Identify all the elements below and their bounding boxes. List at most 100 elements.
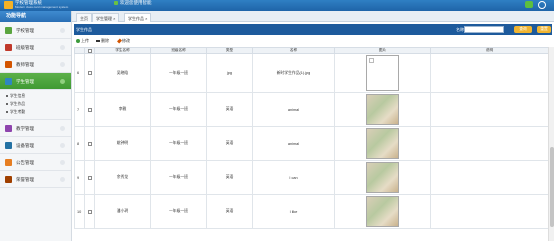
table-row[interactable]: 7 李雅 一年级一班 英语 animal <box>74 92 549 127</box>
artwork-thumbnail[interactable] <box>366 94 399 125</box>
panel-title: 学生作品 <box>76 27 92 32</box>
name-label: 名称 <box>456 27 464 32</box>
table-row[interactable]: 10 潘小玥 一年级一班 英语 I like <box>74 194 549 229</box>
welcome-icon <box>114 1 118 5</box>
cell-type: jpg <box>206 53 253 93</box>
row-checkbox[interactable] <box>87 209 92 214</box>
brand-subtitle: Modern class card management system <box>15 5 69 9</box>
artwork-thumbnail[interactable] <box>366 162 399 193</box>
sidebar-item-1[interactable]: 班级管理 <box>0 39 71 56</box>
sidebar-subitem-2[interactable]: 学生考勤 <box>0 108 71 116</box>
chevron-icon <box>60 79 65 84</box>
sidebar: 功能导航 学校管理 班级管理 教师管理学生管理学生信息学生作品学生考勤教学管理设备管… <box>0 11 72 241</box>
teaching-icon <box>5 125 12 132</box>
sidebar-item-label: 教学管理 <box>16 126 34 131</box>
sidebar-subitem-label: 学生信息 <box>10 94 26 98</box>
cell-type: 英语 <box>206 194 253 229</box>
works-table: 学生名称 班级名称 类型 名称 图片 说明 6 吴晓晗 一年级一班 jpg 新时学生作品… <box>74 47 549 229</box>
chevron-icon <box>60 143 65 148</box>
delete-button[interactable]: 删除 <box>96 36 109 46</box>
cell-type: 英语 <box>206 126 253 161</box>
home-icon[interactable] <box>525 1 533 8</box>
sidebar-item-2[interactable]: 教师管理 <box>0 56 71 73</box>
teacher-icon <box>5 61 12 68</box>
edit-label: 修改 <box>122 38 130 43</box>
cell-description <box>430 126 549 161</box>
cell-student: 李雅 <box>94 92 151 127</box>
scrollbar-thumb[interactable] <box>550 147 554 227</box>
sidebar-item-label: 学生管理 <box>16 79 34 84</box>
sidebar-subitem-label: 学生作品 <box>10 102 26 106</box>
bullet-icon <box>6 103 8 105</box>
sidebar-item-0[interactable]: 学校管理 <box>0 22 71 39</box>
tab-home[interactable]: 主页 <box>76 13 92 22</box>
cell-name: I can <box>252 160 335 195</box>
table-row[interactable]: 8 姚钟明 一年级一班 英语 animal <box>74 126 549 161</box>
row-checkbox[interactable] <box>87 175 92 180</box>
cell-description <box>430 160 549 195</box>
row-checkbox[interactable] <box>87 141 92 146</box>
cell-type: 英语 <box>206 92 253 127</box>
row-number: 6 <box>74 53 85 93</box>
chevron-icon <box>60 28 65 33</box>
cell-description <box>430 53 549 93</box>
cell-class: 一年级一班 <box>150 194 207 229</box>
sidebar-item-4[interactable]: 教学管理 <box>0 120 71 137</box>
artwork-thumbnail[interactable] <box>366 128 399 159</box>
sidebar-item-7[interactable]: 荣誉管理 <box>0 171 71 188</box>
chevron-icon <box>60 45 65 50</box>
sidebar-item-label: 荣誉管理 <box>16 177 34 182</box>
vertical-scrollbar[interactable] <box>548 47 554 241</box>
sidebar-item-3[interactable]: 学生管理 <box>0 73 71 90</box>
remove-icon <box>96 39 100 42</box>
cell-select <box>84 53 95 93</box>
sidebar-item-label: 公告管理 <box>16 160 34 165</box>
cell-student: 潘小玥 <box>94 194 151 229</box>
table-row[interactable]: 6 吴晓晗 一年级一班 jpg 新时学生作品(1).jpg <box>74 53 549 93</box>
cell-image <box>334 160 431 195</box>
panel-header: 学生作品 名称 查询 重置 <box>74 24 552 35</box>
chevron-icon <box>60 177 65 182</box>
cell-name: animal <box>252 126 335 161</box>
toolbar: 上传 删除 修改 <box>74 36 552 46</box>
tab-student-works[interactable]: 学生作品 × <box>124 13 152 22</box>
cell-class: 一年级一班 <box>150 126 207 161</box>
cell-type: 英语 <box>206 160 253 195</box>
cell-description <box>430 92 549 127</box>
sidebar-subitem-1[interactable]: 学生作品 <box>0 100 71 108</box>
sidebar-item-5[interactable]: 设备管理 <box>0 137 71 154</box>
logo-icon <box>4 1 13 9</box>
search-button[interactable]: 查询 <box>514 26 532 33</box>
sidebar-subitem-0[interactable]: 学生信息 <box>0 92 71 100</box>
sidebar-item-label: 设备管理 <box>16 143 34 148</box>
cell-image <box>334 126 431 161</box>
name-search-input[interactable] <box>464 26 504 33</box>
sidebar-title: 功能导航 <box>0 11 71 22</box>
cell-image <box>334 92 431 127</box>
cell-student: 余秀龙 <box>94 160 151 195</box>
cell-description <box>430 194 549 229</box>
sidebar-submenu: 学生信息学生作品学生考勤 <box>0 90 71 120</box>
reset-button[interactable]: 重置 <box>537 26 551 33</box>
cell-student: 姚钟明 <box>94 126 151 161</box>
power-icon[interactable] <box>538 1 546 9</box>
cell-name: animal <box>252 92 335 127</box>
tab-student-management[interactable]: 学生管理 × <box>92 13 120 22</box>
tab-bar: 主页 学生管理 × 学生作品 × <box>72 11 554 22</box>
edit-button[interactable]: 修改 <box>117 36 130 46</box>
delete-label: 删除 <box>101 38 109 43</box>
select-all-checkbox[interactable] <box>87 48 92 53</box>
cell-select <box>84 92 95 127</box>
chevron-icon <box>60 126 65 131</box>
artwork-thumbnail[interactable] <box>366 196 399 227</box>
artwork-thumbnail[interactable] <box>366 55 399 91</box>
upload-button[interactable]: 上传 <box>76 36 89 46</box>
sidebar-item-6[interactable]: 公告管理 <box>0 154 71 171</box>
chevron-icon <box>60 160 65 165</box>
cell-select <box>84 126 95 161</box>
row-number: 7 <box>74 92 85 127</box>
notice-icon <box>5 159 12 166</box>
row-checkbox[interactable] <box>87 71 92 75</box>
row-checkbox[interactable] <box>87 107 92 112</box>
table-row[interactable]: 9 余秀龙 一年级一班 英语 I can <box>74 160 549 195</box>
